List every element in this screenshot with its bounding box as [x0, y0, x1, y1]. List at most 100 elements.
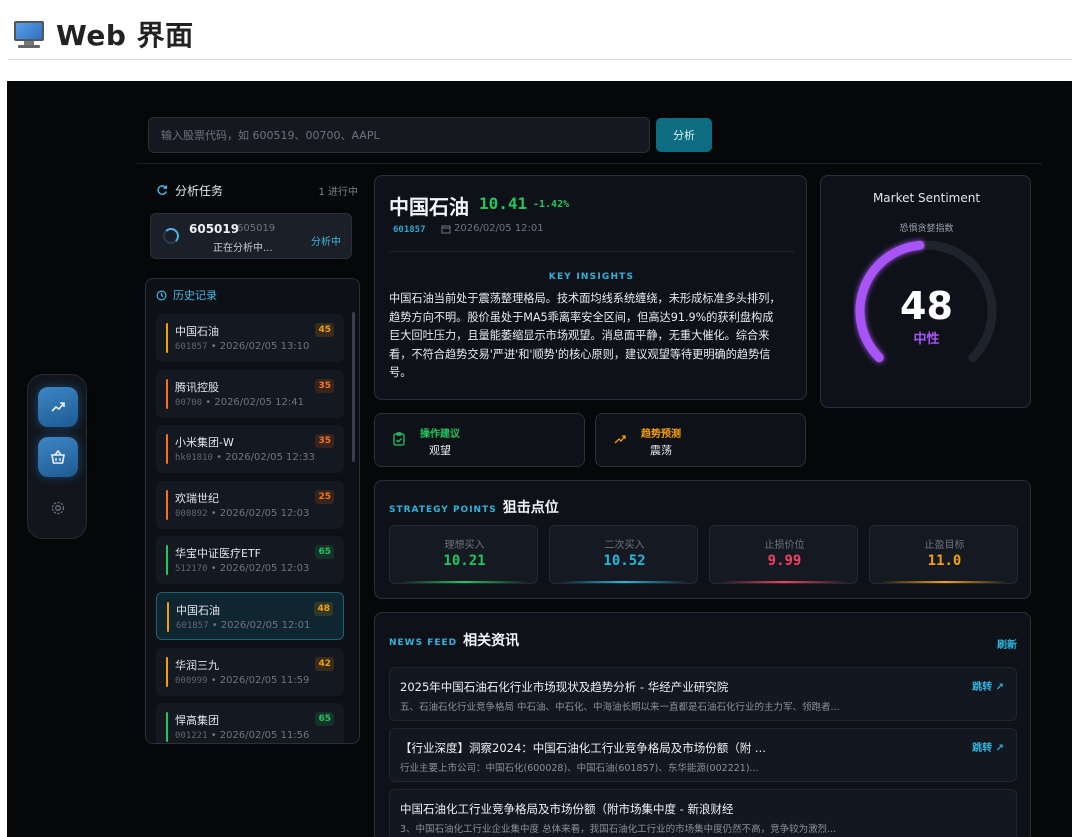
- strategy-point-value: 11.0: [927, 553, 962, 569]
- task-code-sub: 605019: [237, 223, 276, 234]
- tasks-count: 1 进行中: [318, 186, 358, 198]
- stock-name: 中国石油: [389, 195, 469, 219]
- stock-price: 10.41: [479, 194, 528, 213]
- strategy-title-en: STRATEGY POINTS: [389, 505, 497, 515]
- history-item-score: 35: [315, 378, 334, 393]
- app-window: 输入股票代码，如 600519、00700、AAPL 分析 分析任务 1 进行中…: [7, 81, 1072, 837]
- strategy-point-underline: [400, 581, 529, 583]
- task-status: 正在分析中...: [213, 243, 273, 254]
- task-tag: 分析中: [311, 237, 341, 248]
- history-item-meta: 000999 • 2026/02/05 11:59: [175, 674, 310, 686]
- analyze-button[interactable]: 分析: [656, 118, 712, 152]
- side-rail: [27, 374, 87, 539]
- news-title-en: NEWS FEED: [389, 638, 458, 648]
- trend-arrow-icon: [614, 435, 626, 444]
- task-card[interactable]: 605019 605019 正在分析中... 分析中: [150, 213, 352, 259]
- strategy-point-value: 9.99: [767, 553, 802, 569]
- history-item-code: 000892: [175, 508, 208, 519]
- calendar-icon: [441, 225, 451, 233]
- page-header: Web 界面: [8, 8, 1072, 60]
- news-jump-link[interactable]: 跳转 ↗: [972, 739, 1004, 754]
- history-item-name: 悍高集团: [175, 714, 219, 728]
- history-item-name: 腾讯控股: [175, 380, 219, 394]
- sentiment-title: Market Sentiment: [872, 191, 981, 205]
- header-divider: [137, 163, 1042, 164]
- card-divider: [389, 251, 794, 252]
- clipboard-check-icon: [393, 432, 405, 446]
- history-item-name: 华润三九: [175, 658, 219, 672]
- history-item-name: 中国石油: [176, 604, 220, 617]
- history-item[interactable]: 欢瑞世纪 000892 • 2026/02/05 12:03 25: [156, 480, 344, 529]
- history-item-code: 601857: [175, 342, 208, 352]
- news-item[interactable]: 2025年中国石油石化行业市场现状及趋势分析 - 华经产业研究院五、石油石化行业…: [389, 667, 1017, 721]
- news-item-snippet: 五、石油石化行业竞争格局 中石油、中石化、中海油长期以来一直都是石油石化行业的主…: [400, 702, 840, 713]
- strategy-title-zh: 狙击点位: [502, 500, 559, 516]
- history-item-name: 中国石油: [175, 325, 219, 338]
- strategy-point-label: 理想买入: [444, 540, 485, 551]
- strategy-point-value: 10.21: [443, 553, 486, 569]
- sentiment-label: 中性: [913, 332, 940, 347]
- history-item-meta: 512170 • 2026/02/05 12:03: [175, 563, 310, 575]
- history-item[interactable]: 腾讯控股 00700 • 2026/02/05 12:41 35: [156, 369, 344, 418]
- score-indicator: [166, 545, 168, 576]
- trend-value: 震荡: [650, 444, 672, 457]
- news-item-title: 2025年中国石油石化行业市场现状及趋势分析 - 华经产业研究院: [400, 680, 729, 694]
- history-item-code: 000999: [175, 675, 208, 686]
- trending-icon[interactable]: [38, 387, 78, 427]
- score-indicator: [166, 712, 168, 743]
- history-item[interactable]: 悍高集团 001221 • 2026/02/05 11:56 65: [156, 703, 344, 743]
- history-item[interactable]: 华润三九 000999 • 2026/02/05 11:59 42: [156, 647, 344, 696]
- score-indicator: [166, 434, 168, 465]
- stock-change: -1.42%: [533, 199, 570, 210]
- history-item-meta: hk01810 • 2026/02/05 12:33: [175, 452, 315, 464]
- history-item[interactable]: 中国石油 601857 • 2026/02/05 13:10 45: [156, 314, 344, 362]
- sentiment-value: 48: [900, 284, 953, 328]
- stock-summary-card: 中国石油 10.41 -1.42% 601857 2026/02/05 12:0…: [374, 175, 807, 400]
- strategy-point-underline: [880, 581, 1009, 583]
- news-item-snippet: 3、中国石油化工行业企业集中度 总体来看，我国石油化工行业的市场集中度仍然不高，…: [400, 824, 837, 835]
- basket-icon[interactable]: [38, 437, 78, 477]
- advice-value: 观望: [429, 444, 451, 457]
- news-refresh-button[interactable]: 刷新: [997, 636, 1017, 651]
- history-scrollbar[interactable]: [352, 312, 355, 462]
- score-indicator: [166, 323, 168, 353]
- strategy-point: 止损价位 9.99: [709, 525, 858, 584]
- history-item[interactable]: 华宝中证医疗ETF 512170 • 2026/02/05 12:03 65: [156, 536, 344, 585]
- news-item-title: 中国石油化工行业竞争格局及市场份额（附市场集中度 - 新浪财经: [400, 802, 734, 816]
- strategy-point: 理想买入 10.21: [389, 525, 538, 584]
- strategy-point: 止盈目标 11.0: [869, 525, 1018, 584]
- strategy-points-card: STRATEGY POINTS 狙击点位 理想买入 10.21 二次买入 10.52 止…: [374, 480, 1031, 599]
- history-item-name: 欢瑞世纪: [175, 491, 219, 505]
- advice-label: 操作建议: [420, 429, 460, 440]
- strategy-point-label: 二次买入: [604, 540, 645, 551]
- stock-search-input[interactable]: 输入股票代码，如 600519、00700、AAPL: [148, 117, 650, 153]
- key-insights-title: KEY INSIGHTS: [548, 272, 635, 282]
- history-item[interactable]: 小米集团-W hk01810 • 2026/02/05 12:33 35: [156, 425, 344, 474]
- monitor-icon: [12, 19, 46, 49]
- news-jump-link[interactable]: 跳转 ↗: [972, 678, 1004, 693]
- news-item[interactable]: 【行业深度】洞察2024：中国石油化工行业竞争格局及市场份额（附 ... 行业主要…: [389, 728, 1017, 782]
- history-item-meta: 00700 • 2026/02/05 12:41: [175, 396, 304, 408]
- history-item-meta: 601857 • 2026/02/05 12:01: [176, 620, 311, 631]
- history-item-score: 25: [315, 489, 334, 504]
- history-item-meta: 000892 • 2026/02/05 12:03: [175, 507, 310, 519]
- news-item[interactable]: 中国石油化工行业竞争格局及市场份额（附市场集中度 - 新浪财经 3、中国石油化工行…: [389, 789, 1017, 837]
- history-item-score: 65: [315, 545, 334, 560]
- sentiment-subtitle: 恐惧贪婪指数: [899, 224, 954, 234]
- page-title: Web 界面: [56, 18, 194, 52]
- score-indicator: [167, 602, 169, 632]
- spinner-icon: [163, 228, 179, 244]
- analysis-tasks-panel: 分析任务 1 进行中 605019 605019 正在分析中... 分析中: [147, 175, 358, 263]
- clock-icon: [156, 290, 167, 300]
- gear-icon[interactable]: [38, 493, 78, 523]
- task-code: 605019: [189, 222, 240, 236]
- stock-code: 601857: [393, 225, 426, 235]
- operation-advice-card: 操作建议 观望: [374, 413, 585, 467]
- history-item-name: 小米集团-W: [175, 436, 234, 450]
- stock-date: 2026/02/05 12:01: [441, 223, 544, 234]
- history-item-score: 42: [315, 656, 334, 671]
- key-insights-text: 中国石油当前处于震荡整理格局。技术面均线系统缠绕，未形成标准多头排列，趋势方向不…: [389, 292, 781, 379]
- refresh-icon: [157, 185, 168, 195]
- strategy-point-underline: [560, 581, 689, 583]
- history-item[interactable]: 中国石油 601857 • 2026/02/05 12:01 48: [156, 592, 344, 640]
